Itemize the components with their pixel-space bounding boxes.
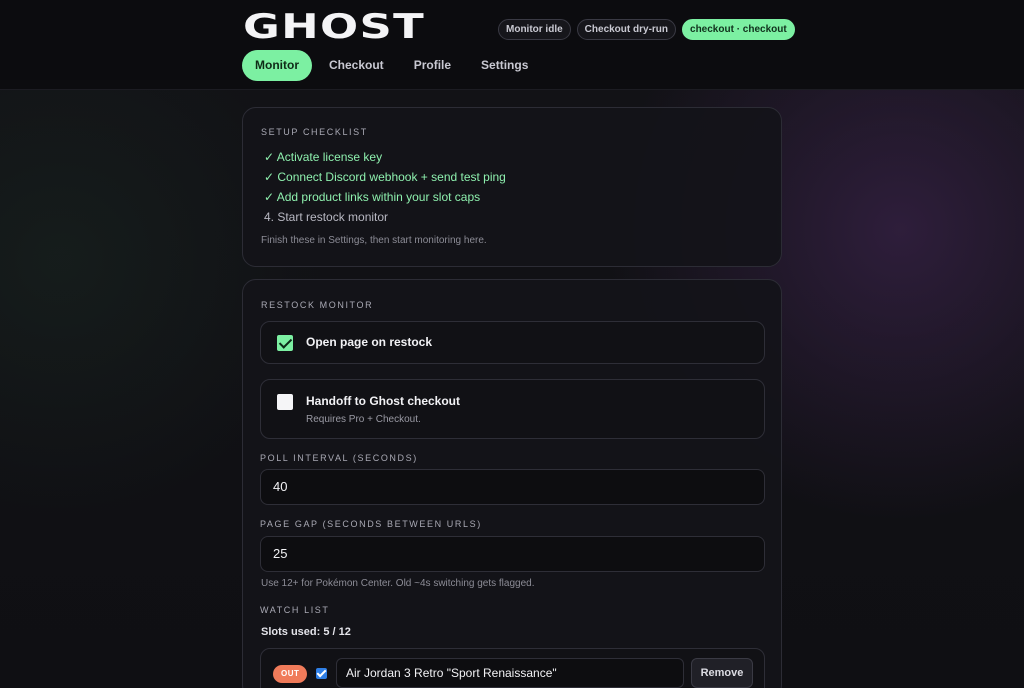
product-name-input[interactable]: Air Jordan 3 Retro "Sport Renaissance" bbox=[336, 658, 684, 688]
app-header: GHOST Monitor idle Checkout dry-run chec… bbox=[0, 0, 1024, 90]
watch-list-label: WATCH LIST bbox=[260, 605, 330, 615]
slots-used: Slots used: 5 / 12 bbox=[261, 626, 351, 638]
setup-checklist-title: SETUP CHECKLIST bbox=[261, 127, 368, 137]
open-page-option[interactable]: Open page on restock bbox=[260, 321, 765, 364]
open-page-checkbox[interactable] bbox=[277, 335, 293, 351]
checkout-mode-pill: Checkout dry-run bbox=[576, 19, 677, 40]
tab-checkout[interactable]: Checkout bbox=[316, 50, 397, 81]
open-page-label: Open page on restock bbox=[306, 335, 433, 349]
handoff-label: Handoff to Ghost checkout bbox=[306, 394, 460, 408]
checkout-status-pill: checkout · checkout bbox=[682, 19, 795, 40]
poll-interval-label: POLL INTERVAL (SECONDS) bbox=[260, 453, 418, 463]
main-tabs: Monitor Checkout Profile Settings bbox=[242, 50, 545, 81]
setup-checklist-card: SETUP CHECKLIST ✓ Activate license key ✓… bbox=[242, 107, 782, 267]
handoff-checkbox[interactable] bbox=[277, 394, 293, 410]
page-gap-input[interactable]: 25 bbox=[260, 536, 765, 572]
handoff-option[interactable]: Handoff to Ghost checkout Requires Pro +… bbox=[260, 379, 765, 439]
stock-status-badge: OUT bbox=[273, 665, 308, 683]
checklist-item-links: ✓ Add product links within your slot cap… bbox=[264, 190, 481, 204]
checklist-item-discord: ✓ Connect Discord webhook + send test pi… bbox=[264, 170, 506, 184]
setup-hint: Finish these in Settings, then start mon… bbox=[261, 235, 487, 246]
restock-monitor-title: RESTOCK MONITOR bbox=[261, 300, 374, 310]
tab-settings[interactable]: Settings bbox=[468, 50, 541, 81]
watch-list-item: OUT Air Jordan 3 Retro "Sport Renaissanc… bbox=[260, 648, 765, 688]
checklist-item-license: ✓ Activate license key bbox=[264, 150, 383, 164]
ghost-logo: GHOST bbox=[243, 7, 426, 47]
poll-interval-input[interactable]: 40 bbox=[260, 469, 765, 505]
remove-button[interactable]: Remove bbox=[691, 658, 753, 688]
status-pills: Monitor idle Checkout dry-run checkout ·… bbox=[498, 19, 795, 40]
checklist-item-monitor: 4. Start restock monitor bbox=[264, 210, 389, 224]
tab-profile[interactable]: Profile bbox=[401, 50, 464, 81]
monitor-status-pill: Monitor idle bbox=[498, 19, 571, 40]
watch-item-enabled-checkbox[interactable] bbox=[316, 668, 327, 679]
page-gap-hint: Use 12+ for Pokémon Center. Old ~4s swit… bbox=[261, 578, 535, 589]
tab-monitor[interactable]: Monitor bbox=[242, 50, 312, 81]
handoff-sub: Requires Pro + Checkout. bbox=[306, 414, 421, 425]
restock-monitor-card: RESTOCK MONITOR Open page on restock Han… bbox=[242, 279, 782, 688]
page-gap-label: PAGE GAP (SECONDS BETWEEN URLS) bbox=[260, 519, 482, 529]
